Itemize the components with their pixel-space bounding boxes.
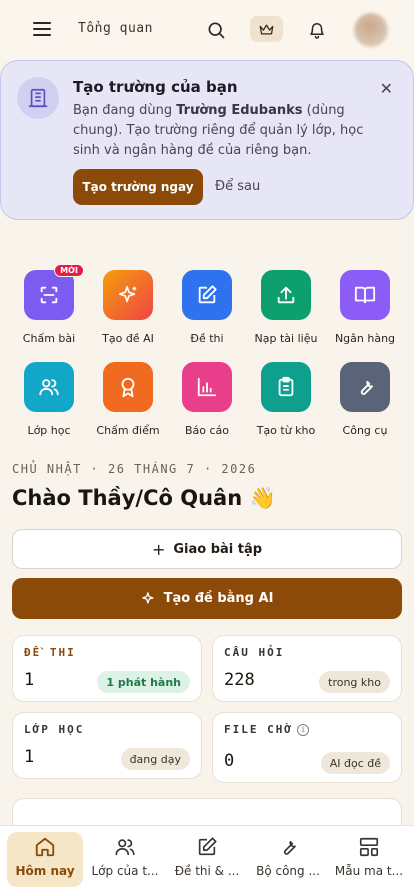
button-label: Tạo đề bằng AI xyxy=(163,591,274,606)
shortcut-label: Đề thi xyxy=(190,332,224,345)
nav-templates[interactable]: Mẫu ma t... xyxy=(331,832,407,887)
stat-value: 0 xyxy=(224,751,235,771)
stat-label: CÂU HỎI xyxy=(224,646,285,659)
ai-create-exam-button[interactable]: Tạo đề bằng AI xyxy=(12,578,402,619)
nav-today[interactable]: Hôm nay xyxy=(7,832,83,887)
status-badge: trong kho xyxy=(319,671,390,693)
shortcut-ai-create[interactable]: Tạo đề AI xyxy=(93,270,163,345)
info-icon[interactable]: i xyxy=(296,723,309,736)
upload-icon xyxy=(261,270,311,320)
shortcut-label: Nạp tài liệu xyxy=(254,332,318,345)
stat-label: ĐỀ THI xyxy=(24,646,76,659)
sparkles-icon xyxy=(103,270,153,320)
users-icon xyxy=(87,832,163,858)
shortcut-label: Chấm điểm xyxy=(96,424,160,437)
stat-pending-files[interactable]: FILE CHỜ i 0 AI đọc đề xyxy=(212,712,402,783)
nav-label: Mẫu ma t... xyxy=(334,864,404,878)
shortcut-label: Tạo đề AI xyxy=(102,332,154,345)
shortcut-scoring[interactable]: Chấm điểm xyxy=(93,362,163,437)
award-icon xyxy=(103,362,153,412)
shortcut-label: Tạo từ kho xyxy=(256,424,316,437)
shortcut-label: Báo cáo xyxy=(184,424,230,437)
avatar[interactable] xyxy=(354,13,388,47)
banner-title: Tạo trường của bạn xyxy=(73,78,238,96)
shortcut-reports[interactable]: Báo cáo xyxy=(172,362,242,437)
status-badge: 1 phát hành xyxy=(97,671,190,693)
status-badge: AI đọc đề xyxy=(320,752,390,774)
stat-questions[interactable]: CÂU HỎI 228 trong kho xyxy=(212,635,402,702)
stat-exams[interactable]: ĐỀ THI 1 1 phát hành xyxy=(12,635,202,702)
stat-value: 1 xyxy=(24,747,35,767)
status-badge: đang dạy xyxy=(120,748,190,770)
home-icon xyxy=(7,832,83,858)
wrench-icon xyxy=(250,832,326,858)
page-title: Tổng quan xyxy=(78,21,153,36)
stat-classes[interactable]: LỚP HỌC 1 đang dạy xyxy=(12,712,202,779)
users-icon xyxy=(24,362,74,412)
shortcut-classes[interactable]: Lớp học xyxy=(14,362,84,437)
stat-label: LỚP HỌC xyxy=(24,723,85,736)
create-school-banner: Tạo trường của bạn Bạn đang dùng Trường … xyxy=(0,60,414,220)
nav-label: Hôm nay xyxy=(15,864,75,878)
wrench-icon xyxy=(340,362,390,412)
new-badge: MỚI xyxy=(54,264,84,277)
clipboard-icon xyxy=(261,362,311,412)
date-line: CHỦ NHẬT · 26 THÁNG 7 · 2026 xyxy=(12,462,257,476)
edit-icon xyxy=(169,832,245,858)
nav-classes[interactable]: Lớp của t... xyxy=(87,832,163,887)
shortcut-tools[interactable]: Công cụ xyxy=(330,362,400,437)
shortcut-label: Ngân hàng xyxy=(334,332,396,345)
close-icon[interactable]: ✕ xyxy=(380,79,393,98)
stat-label-row: FILE CHỜ i xyxy=(224,723,309,736)
button-label: Giao bài tập xyxy=(173,541,263,557)
shortcut-label: Lớp học xyxy=(27,424,71,437)
shortcut-label: Công cụ xyxy=(342,424,388,437)
shortcut-exams[interactable]: Đề thi xyxy=(172,270,242,345)
nav-exams[interactable]: Đề thi & ... xyxy=(169,832,245,887)
sparkles-icon xyxy=(141,592,154,604)
assign-homework-button[interactable]: + Giao bài tập xyxy=(12,529,402,569)
create-school-button[interactable]: Tạo trường ngay xyxy=(73,169,203,205)
menu-icon[interactable] xyxy=(33,22,51,38)
stat-value: 1 xyxy=(24,670,35,690)
edit-icon xyxy=(182,270,232,320)
shortcut-from-bank[interactable]: Tạo từ kho xyxy=(251,362,321,437)
later-button[interactable]: Để sau xyxy=(215,179,260,194)
stat-value: 228 xyxy=(224,670,255,690)
scan-icon: MỚI xyxy=(24,264,84,320)
shortcut-label: Chấm bài xyxy=(22,332,76,345)
building-icon xyxy=(17,77,59,119)
book-icon xyxy=(340,270,390,320)
stat-label: FILE CHỜ xyxy=(224,723,293,736)
template-icon xyxy=(331,832,407,858)
shortcut-bank[interactable]: Ngân hàng xyxy=(330,270,400,345)
banner-text: Bạn đang dùng Trường Edubanks (dùng chun… xyxy=(73,103,364,158)
top-header: Tổng quan xyxy=(0,0,414,60)
nav-label: Lớp của t... xyxy=(91,864,159,878)
shortcut-grade[interactable]: MỚI Chấm bài xyxy=(14,264,84,345)
search-icon[interactable] xyxy=(204,18,228,42)
chart-icon xyxy=(182,362,232,412)
bell-icon[interactable] xyxy=(305,18,329,42)
shortcut-upload[interactable]: Nạp tài liệu xyxy=(251,270,321,345)
nav-label: Đề thi & ... xyxy=(174,864,240,878)
plus-icon: + xyxy=(151,539,166,559)
greeting: Chào Thầy/Cô Quân 👋 xyxy=(12,486,276,510)
bottom-nav: Hôm nay Lớp của t... Đề thi & ... Bộ côn… xyxy=(0,825,414,896)
crown-icon[interactable] xyxy=(250,16,283,42)
nav-label: Bộ công ... xyxy=(256,864,320,878)
nav-tools[interactable]: Bộ công ... xyxy=(250,832,326,887)
